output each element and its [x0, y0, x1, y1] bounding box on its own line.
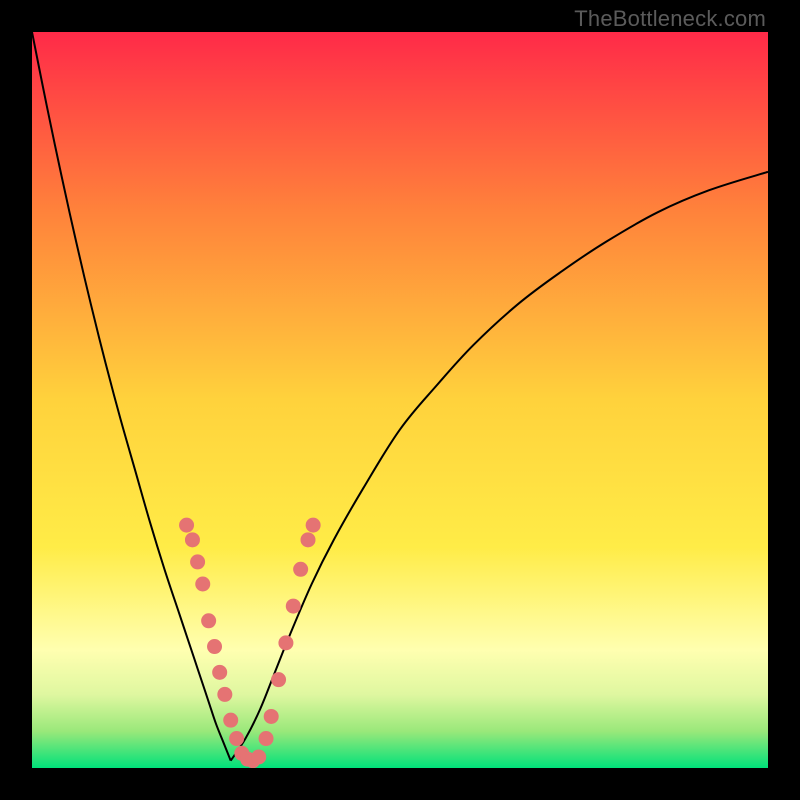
marker-point: [301, 532, 316, 547]
watermark-text: TheBottleneck.com: [574, 6, 766, 32]
marker-point: [223, 713, 238, 728]
marker-point: [212, 665, 227, 680]
marker-point: [278, 635, 293, 650]
marker-point: [293, 562, 308, 577]
marker-point: [195, 577, 210, 592]
curve-right-branch: [231, 172, 768, 761]
marker-point: [207, 639, 222, 654]
chart-overlay: [32, 32, 768, 768]
marker-point: [185, 532, 200, 547]
marker-point: [229, 731, 244, 746]
marker-point: [271, 672, 286, 687]
marker-point: [201, 613, 216, 628]
marker-point: [190, 554, 205, 569]
marker-point: [259, 731, 274, 746]
plot-area: [32, 32, 768, 768]
marker-point: [286, 599, 301, 614]
marker-point: [217, 687, 232, 702]
chart-frame: TheBottleneck.com: [0, 0, 800, 800]
marker-point: [264, 709, 279, 724]
curve-left-branch: [32, 32, 231, 761]
marker-point: [306, 518, 321, 533]
marker-point: [179, 518, 194, 533]
marker-point: [251, 749, 266, 764]
